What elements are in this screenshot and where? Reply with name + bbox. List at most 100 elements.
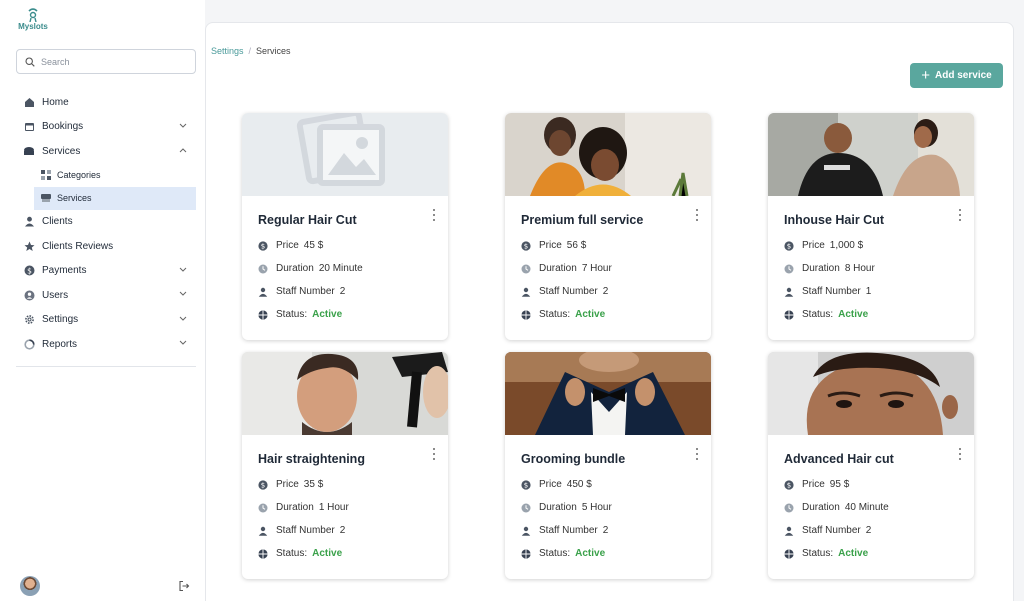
- breadcrumb-separator: /: [248, 46, 252, 56]
- status-label: Status:: [276, 548, 308, 559]
- sidebar-item-label: Services: [42, 145, 81, 157]
- sidebar-subitem-categories[interactable]: Categories: [16, 164, 196, 187]
- svg-text:$: $: [524, 242, 528, 250]
- logo-icon: [28, 8, 38, 22]
- sidebar-item-clients-reviews[interactable]: Clients Reviews: [16, 234, 196, 259]
- sidebar-item-label: Users: [42, 289, 69, 301]
- home-icon: [23, 96, 35, 108]
- staff-row: Staff Number 1: [784, 286, 871, 297]
- logout-icon[interactable]: [178, 580, 190, 592]
- clock-icon: [258, 264, 268, 274]
- svg-text:$: $: [27, 267, 32, 276]
- duration-value: 1 Hour: [318, 502, 349, 513]
- duration-row: Duration 8 Hour: [784, 263, 875, 274]
- breadcrumb: Settings / Services: [211, 46, 291, 56]
- price-row: $ Price 95 $: [784, 479, 849, 490]
- duration-value: 40 Minute: [844, 502, 889, 513]
- price-icon: $: [258, 240, 268, 251]
- status-label: Status:: [276, 309, 308, 320]
- status-badge: Active: [312, 309, 343, 320]
- staff-label: Staff Number: [539, 286, 598, 297]
- status-row: Status: Active: [521, 548, 605, 559]
- service-image: [768, 352, 974, 435]
- staff-row: Staff Number 2: [784, 525, 871, 536]
- app-logo[interactable]: Myslots: [16, 8, 50, 31]
- status-badge: Active: [575, 548, 606, 559]
- clock-icon: [521, 264, 531, 274]
- more-options-icon[interactable]: [956, 209, 964, 221]
- service-title: Advanced Hair cut: [784, 452, 894, 466]
- chevron-down-icon: [179, 340, 187, 345]
- sidebar-subitem-services[interactable]: Services: [34, 186, 196, 210]
- price-value: 45 $: [303, 240, 324, 251]
- search-input[interactable]: [41, 56, 181, 67]
- clock-icon: [784, 264, 794, 274]
- status-row: Status: Active: [784, 548, 868, 559]
- sidebar-item-users[interactable]: Users: [16, 283, 196, 308]
- breadcrumb-link-settings[interactable]: Settings: [211, 46, 244, 56]
- duration-label: Duration: [539, 263, 577, 274]
- price-row: $ Price 1,000 $: [784, 240, 863, 251]
- svg-text:$: $: [787, 481, 791, 489]
- price-value: 450 $: [566, 479, 592, 490]
- more-options-icon[interactable]: [693, 448, 701, 460]
- service-image: [242, 352, 448, 435]
- more-options-icon[interactable]: [956, 448, 964, 460]
- duration-row: Duration 20 Minute: [258, 263, 363, 274]
- sidebar-item-bookings[interactable]: Bookings: [16, 115, 196, 140]
- status-label: Status:: [539, 548, 571, 559]
- sidebar: Myslots Home Bookings Services: [0, 0, 205, 601]
- duration-value: 5 Hour: [581, 502, 612, 513]
- sidebar-item-services[interactable]: Services: [16, 139, 196, 164]
- staff-label: Staff Number: [539, 525, 598, 536]
- search-icon: [25, 56, 35, 67]
- status-label: Status:: [539, 309, 571, 320]
- status-label: Status:: [802, 309, 834, 320]
- more-options-icon[interactable]: [430, 209, 438, 221]
- dollar-icon: $: [23, 265, 35, 277]
- sidebar-item-label: Clients Reviews: [42, 240, 114, 252]
- price-label: Price: [802, 479, 825, 490]
- chevron-up-icon: [179, 148, 187, 153]
- price-icon: $: [258, 479, 268, 490]
- more-options-icon[interactable]: [430, 448, 438, 460]
- staff-value: 1: [865, 286, 872, 297]
- users-icon: [23, 289, 35, 301]
- sidebar-item-clients[interactable]: Clients: [16, 210, 196, 235]
- staff-label: Staff Number: [276, 286, 335, 297]
- more-options-icon[interactable]: [693, 209, 701, 221]
- sidebar-item-label: Reports: [42, 338, 78, 350]
- sidebar-divider: [16, 366, 196, 367]
- price-icon: $: [784, 479, 794, 490]
- status-row: Status: Active: [784, 309, 868, 320]
- service-card[interactable]: Inhouse Hair Cut $ Price 1,000 $ Duration 8 H…: [768, 113, 974, 340]
- service-title: Inhouse Hair Cut: [784, 213, 885, 227]
- price-value: 95 $: [829, 479, 850, 490]
- staff-row: Staff Number 2: [521, 525, 608, 536]
- price-value: 56 $: [566, 240, 587, 251]
- price-value: 35 $: [303, 479, 324, 490]
- service-card[interactable]: Premium full service $ Price 56 $ Duration 7 …: [505, 113, 711, 340]
- sidebar-item-home[interactable]: Home: [16, 90, 196, 115]
- search-box[interactable]: [16, 49, 196, 74]
- sidebar-nav: Home Bookings Services Categories Servic…: [16, 90, 196, 357]
- service-card[interactable]: Grooming bundle $ Price 450 $ Duration 5 Hour…: [505, 352, 711, 579]
- price-row: $ Price 56 $: [521, 240, 586, 251]
- duration-label: Duration: [276, 502, 314, 513]
- staff-value: 2: [602, 286, 609, 297]
- service-card[interactable]: Regular Hair Cut $ Price 45 $ Duration 20 Min…: [242, 113, 448, 340]
- chevron-down-icon: [179, 267, 187, 272]
- service-card[interactable]: Hair straightening $ Price 35 $ Duration 1 Ho…: [242, 352, 448, 579]
- staff-row: Staff Number 2: [258, 286, 345, 297]
- sidebar-item-payments[interactable]: $ Payments: [16, 259, 196, 284]
- chevron-down-icon: [179, 123, 187, 128]
- add-service-button[interactable]: + Add service: [910, 63, 1003, 88]
- status-badge: Active: [838, 309, 869, 320]
- avatar[interactable]: [20, 576, 40, 596]
- service-card[interactable]: Advanced Hair cut $ Price 95 $ Duration 40 Mi…: [768, 352, 974, 579]
- sidebar-item-reports[interactable]: Reports: [16, 332, 196, 357]
- sidebar-item-settings[interactable]: Settings: [16, 308, 196, 333]
- gear-icon: [23, 314, 35, 326]
- plus-icon: +: [921, 67, 931, 84]
- status-row: Status: Active: [521, 309, 605, 320]
